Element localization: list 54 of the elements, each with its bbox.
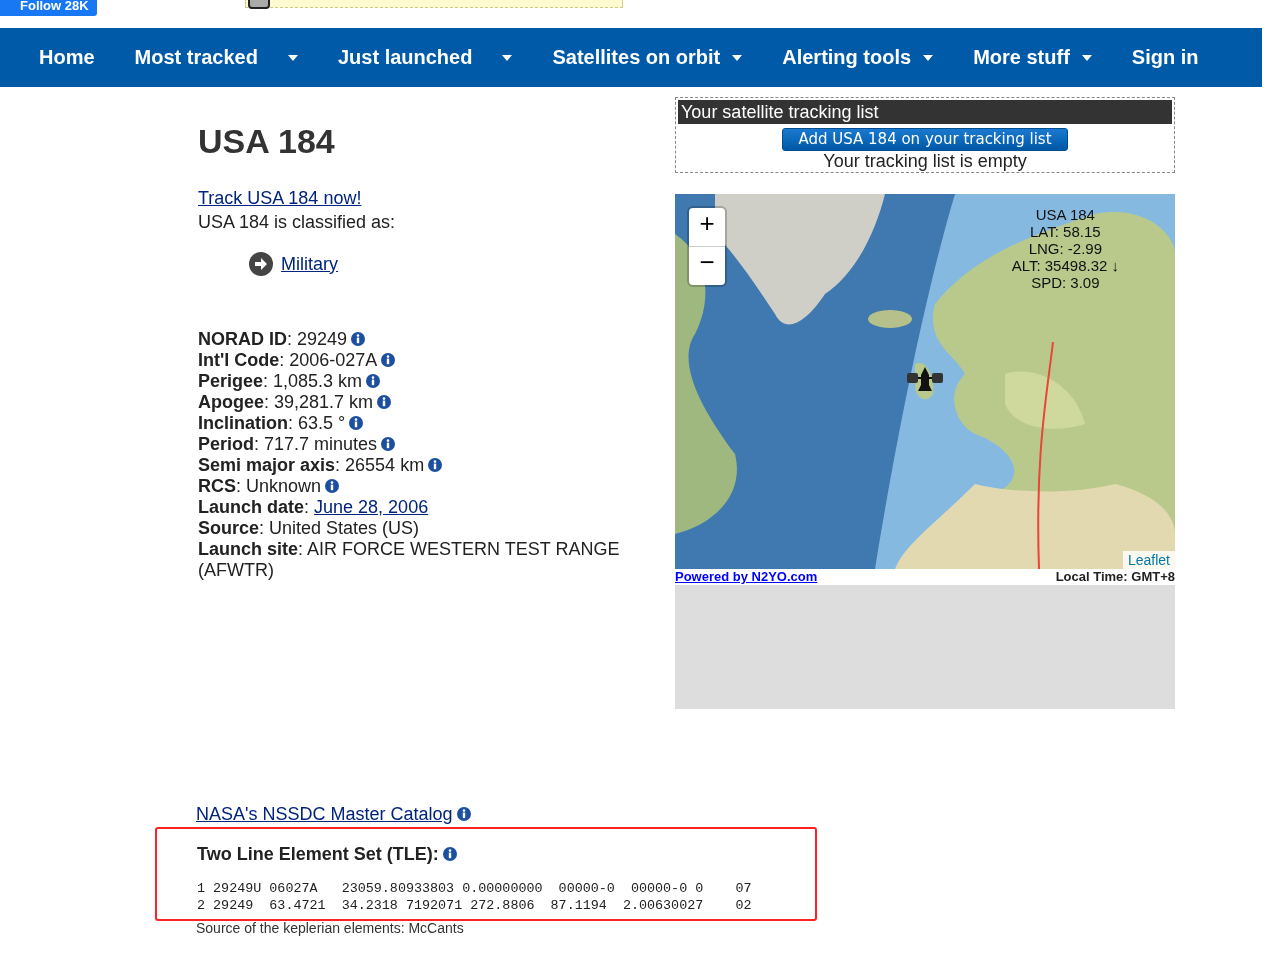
detail-text: Int'l Code: 2006-027A — [198, 350, 378, 370]
info-icon[interactable] — [456, 807, 471, 821]
zoom-out-button[interactable]: − — [689, 247, 725, 285]
detail-text: Apogee: 39,281.7 km — [198, 392, 374, 412]
panel-header: Your satellite tracking list — [678, 100, 1172, 124]
info-icon[interactable] — [381, 437, 396, 451]
satellite-info-text: LNG: -2.99 — [1027, 240, 1104, 257]
detail-text: Inclination: 63.5 ° — [198, 413, 346, 433]
nav-link[interactable]: Alerting tools — [762, 46, 954, 69]
info-icon[interactable] — [349, 416, 364, 430]
attribution-link[interactable]: Leaflet — [1122, 551, 1175, 569]
info-icon[interactable] — [377, 395, 392, 409]
nav-link[interactable]: Home — [19, 46, 115, 69]
info-icon[interactable] — [325, 479, 340, 493]
catalog-link[interactable]: NASA's NSSDC Master Catalog — [196, 804, 453, 824]
page-title: USA 184 — [198, 121, 336, 161]
zoom-in-button[interactable]: + — [689, 208, 725, 247]
info-icon[interactable] — [381, 353, 396, 367]
tle-line: 1 29249U 06027A 23059.80933803 0.00000000 00000-0 00000-0 0 07 — [197, 880, 752, 897]
detail-text: Source: United States (US) — [198, 518, 420, 538]
info-icon[interactable] — [442, 847, 457, 861]
info-icon[interactable] — [428, 458, 443, 472]
detail-text: Period: 717.7 minutes — [198, 434, 378, 454]
info-icon[interactable] — [366, 374, 381, 388]
follow-button[interactable]: Follow 28K — [0, 0, 97, 16]
detail-text: Launch site: AIR FORCE WESTERN TEST RANGE (AFWTR) — [198, 539, 620, 580]
nav-link[interactable]: Most tracked — [114, 46, 318, 69]
local-time-text: Local Time: GMT+8 — [1055, 569, 1175, 585]
section-heading: Two Line Element Set (TLE): — [197, 844, 439, 864]
arrow-circle-icon — [248, 251, 274, 277]
nav-link[interactable]: More stuff — [953, 46, 1112, 69]
satellite-info-text: ALT: 35498.32 ↓ — [1011, 257, 1119, 274]
track-link[interactable]: Track USA 184 now! — [198, 187, 362, 209]
detail-text: Semi major axis: 26554 km — [198, 455, 425, 475]
status-text: Your tracking list is empty — [822, 151, 1028, 171]
satellite-info-text: USA 184 — [1034, 206, 1096, 223]
nav-link[interactable]: Satellites on orbit — [532, 46, 763, 69]
category-link[interactable]: Military — [281, 253, 338, 275]
satellite-icon — [906, 366, 944, 394]
add-button[interactable]: Add USA 184 on your tracking list — [782, 128, 1068, 151]
nav-link[interactable]: Sign in — [1111, 46, 1219, 69]
satellite-info-text: LAT: 58.15 — [1029, 223, 1102, 240]
nav-link[interactable]: Just launched — [317, 46, 533, 69]
powered-by-link[interactable]: Powered by N2YO.com — [675, 569, 818, 585]
source-text: Source of the keplerian elements: McCants — [196, 920, 465, 936]
tle-line: 2 29249 63.4721 34.2318 7192071 272.8806 87.1194 2.00630027 02 — [197, 897, 752, 914]
info-icon[interactable] — [351, 332, 366, 346]
detail-text: Perigee: 1,085.3 km — [198, 371, 363, 391]
date-link[interactable]: June 28, 2006 — [314, 497, 429, 517]
detail-text: RCS: Unknown — [198, 476, 322, 496]
detail-text: NORAD ID: 29249 — [198, 329, 348, 349]
satellite-info-text: SPD: 3.09 — [1030, 274, 1101, 291]
classification-text: USA 184 is classified as: — [198, 211, 397, 234]
detail-text: Launch date: — [198, 497, 310, 517]
